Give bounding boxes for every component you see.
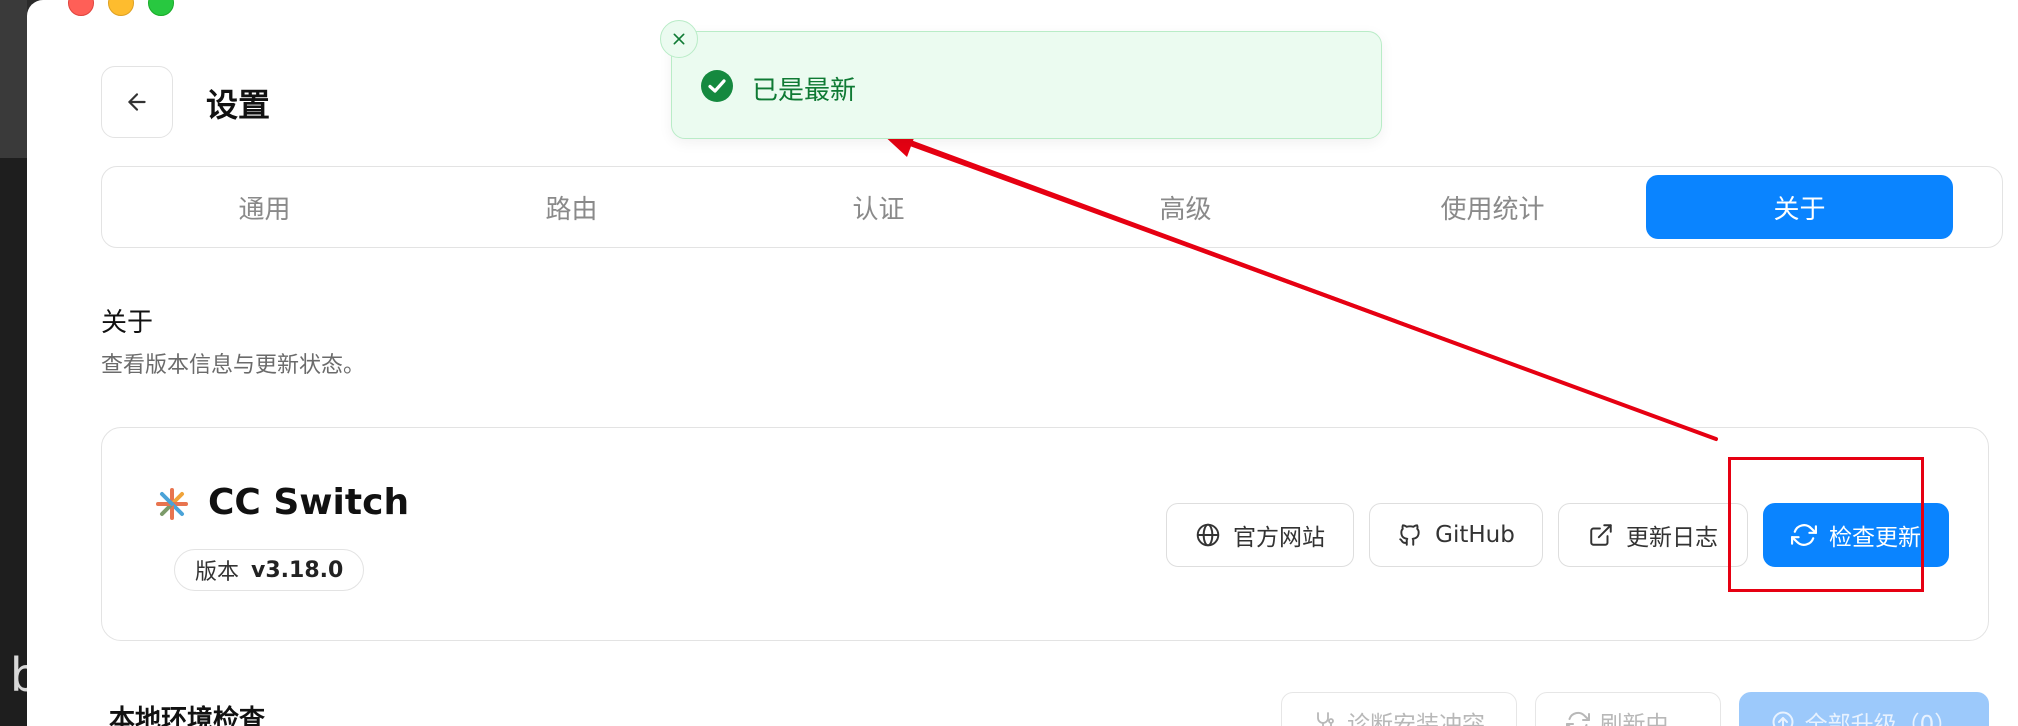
tab-usage-stats[interactable]: 使用统计 [1339,175,1646,239]
website-button[interactable]: 官方网站 [1166,503,1354,567]
section-title: 关于 [101,308,154,338]
upload-circle-icon [1772,711,1794,726]
upgrade-all-button[interactable]: 全部升级（0） [1739,692,1989,726]
upgrade-all-label: 全部升级（0） [1804,712,1958,726]
refreshing-button[interactable]: 刷新中... [1535,692,1721,726]
github-button-label: GitHub [1435,522,1515,548]
github-icon [1399,524,1420,546]
section-subtitle: 查看版本信息与更新状态。 [101,353,366,378]
tab-routing[interactable]: 路由 [418,175,725,239]
close-window-button[interactable] [68,0,94,16]
local-env-title: 本地环境检查 [109,705,266,726]
check-circle-icon [701,70,733,102]
tab-general[interactable]: 通用 [111,175,418,239]
tab-auth[interactable]: 认证 [725,175,1032,239]
refresh-icon [1565,711,1590,726]
globe-icon [1196,523,1220,547]
annotation-highlight-box [1728,457,1924,592]
settings-tabs: 通用 路由 认证 高级 使用统计 关于 [101,166,2003,248]
arrow-left-icon [128,93,146,111]
changelog-button-label: 更新日志 [1626,525,1718,551]
version-value: v3.18.0 [251,557,344,583]
page-title: 设置 [206,86,271,124]
tab-about[interactable]: 关于 [1646,175,1953,239]
background-panel-top [0,0,27,158]
close-icon [673,33,685,45]
external-link-icon [1590,524,1612,546]
diagnose-conflicts-button[interactable]: 诊断安装冲突 [1281,692,1517,726]
website-button-label: 官方网站 [1233,525,1325,551]
github-button[interactable]: GitHub [1369,503,1543,567]
version-badge: 版本 v3.18.0 [174,549,365,591]
stethoscope-icon [1317,712,1334,726]
back-button[interactable] [101,66,173,138]
app-logo-icon [156,488,188,520]
changelog-button[interactable]: 更新日志 [1558,503,1748,567]
maximize-window-button[interactable] [148,0,174,16]
app-info-card: CC Switch 版本 v3.18.0 官方网站 GitHub 更新日志 检查… [101,427,1989,641]
diagnose-conflicts-label: 诊断安装冲突 [1347,712,1485,726]
toast-close-button[interactable] [660,20,698,58]
toast-notification: 已是最新 [660,20,1382,139]
tab-advanced[interactable]: 高级 [1032,175,1339,239]
minimize-window-button[interactable] [108,0,134,16]
app-name: CC Switch [208,482,410,523]
toast-message: 已是最新 [752,76,857,106]
version-label: 版本 [195,560,240,585]
refreshing-label: 刷新中... [1599,712,1691,726]
